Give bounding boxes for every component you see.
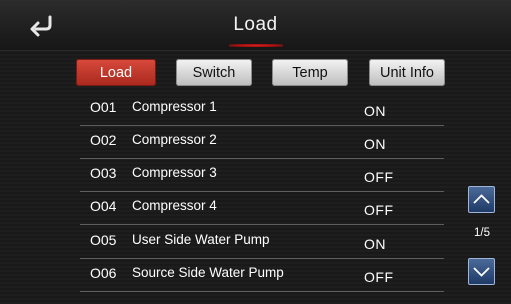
list-item: O03 Compressor 3 OFF (80, 159, 444, 192)
item-code: O05 (90, 232, 117, 248)
item-name: Compressor 2 (132, 132, 217, 147)
item-code: O01 (90, 99, 117, 115)
header-bar: Load (0, 0, 511, 51)
item-code: O04 (90, 198, 117, 214)
item-name: Compressor 1 (132, 99, 217, 114)
item-status: OFF (364, 202, 394, 218)
item-name: Source Side Water Pump (132, 265, 284, 280)
item-status: ON (364, 103, 386, 119)
page-up-button[interactable] (468, 186, 495, 213)
tab-unit-info[interactable]: Unit Info (369, 59, 445, 86)
list-item: O02 Compressor 2 ON (80, 126, 444, 159)
item-status: ON (364, 136, 386, 152)
chevron-up-icon (473, 194, 490, 204)
item-name: User Side Water Pump (132, 232, 270, 247)
item-code: O06 (90, 265, 117, 281)
item-status: ON (364, 236, 386, 252)
item-name: Compressor 3 (132, 165, 217, 180)
list-item: O06 Source Side Water Pump OFF (80, 259, 444, 292)
page-indicator: 1/5 (474, 227, 490, 239)
item-code: O03 (90, 165, 117, 181)
chevron-down-icon (473, 267, 490, 277)
item-status: OFF (364, 169, 394, 185)
item-status: OFF (364, 269, 394, 285)
tab-switch[interactable]: Switch (176, 59, 252, 86)
screen: Load Load Switch Temp Unit Info O01 Comp… (0, 0, 511, 304)
item-code: O02 (90, 132, 117, 148)
item-name: Compressor 4 (132, 198, 217, 213)
tab-temp[interactable]: Temp (272, 59, 348, 86)
title-accent-line (229, 44, 283, 47)
page-down-button[interactable] (468, 258, 495, 285)
page-title: Load (233, 14, 278, 35)
tab-load[interactable]: Load (76, 59, 156, 86)
list-item: O05 User Side Water Pump ON (80, 226, 444, 259)
list-item: O04 Compressor 4 OFF (80, 192, 444, 225)
list-item: O01 Compressor 1 ON (80, 93, 444, 126)
